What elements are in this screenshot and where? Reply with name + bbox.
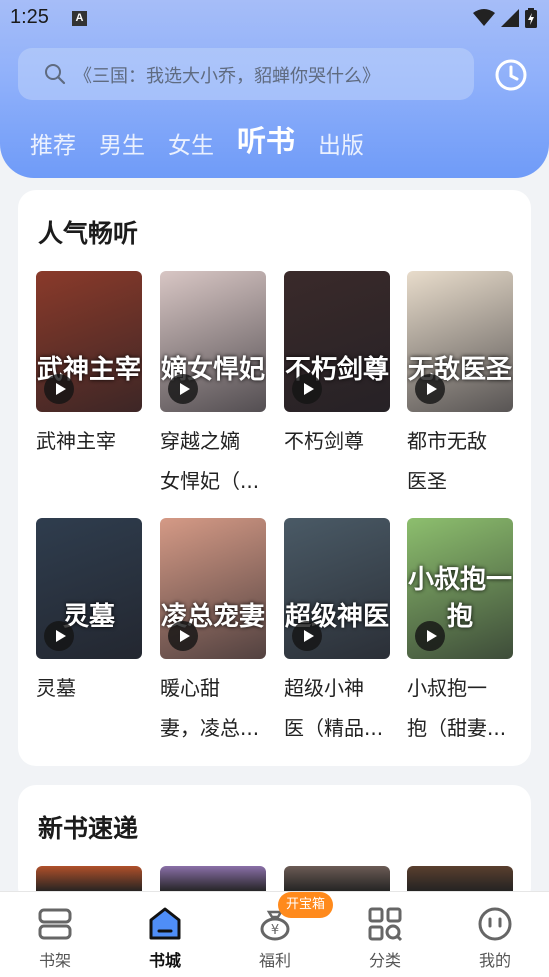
book-cover[interactable]: 超级神医: [284, 518, 390, 659]
header: 1:25 A 《三国：我选大小乔，貂蝉你哭什么》 推荐 男生 女生 听书 出版: [0, 0, 549, 178]
book-cover[interactable]: 灵墓: [36, 518, 142, 659]
book-title-line: 穿越之嫡: [160, 429, 240, 453]
book-cover[interactable]: 嫡女悍妃: [160, 271, 266, 412]
book-title: 灵墓: [36, 668, 146, 708]
new-book-cover[interactable]: [36, 866, 142, 892]
book-title-line: 灵墓: [36, 676, 76, 700]
play-icon[interactable]: [168, 621, 198, 651]
book-cover[interactable]: 无敌医圣: [407, 271, 513, 412]
book-item[interactable]: 超级神医超级小神医（精品...: [284, 518, 390, 748]
book-cover[interactable]: 小叔抱一抱: [407, 518, 513, 659]
book-item[interactable]: 不朽剑尊 不朽剑尊: [284, 271, 390, 461]
new-book-cover[interactable]: [160, 866, 266, 892]
book-title-line: 抱（甜妻...: [407, 716, 507, 740]
book-title: 暖心甜妻，凌总...: [160, 668, 270, 748]
new-book-cover[interactable]: [284, 866, 390, 892]
bookshelf-icon: [38, 908, 72, 940]
book-title-line: 不朽剑尊: [284, 429, 364, 453]
book-title-line: 武神主宰: [36, 429, 116, 453]
signal-icon: [501, 9, 519, 27]
battery-icon: [525, 8, 537, 28]
bookstore-icon: [149, 907, 181, 940]
book-title: 不朽剑尊: [284, 421, 394, 461]
profile-face-icon: [478, 907, 512, 941]
history-clock-icon[interactable]: [494, 58, 528, 92]
book-item[interactable]: 灵墓 灵墓: [36, 518, 142, 708]
nav-bookstore[interactable]: 书城: [110, 892, 220, 977]
nav-label: 福利: [258, 951, 291, 970]
nav-label: 我的: [478, 951, 511, 970]
tab-recommend[interactable]: 推荐: [30, 126, 76, 160]
book-cover[interactable]: 武神主宰: [36, 271, 142, 412]
book-title-line: 都市无敌: [407, 429, 487, 453]
play-icon[interactable]: [292, 374, 322, 404]
status-bar: 1:25 A: [0, 0, 549, 38]
notification-app-icon: A: [72, 11, 87, 26]
play-icon[interactable]: [292, 621, 322, 651]
book-title: 小叔抱一抱（甜妻...: [407, 668, 517, 748]
nav-label: 书架: [38, 951, 71, 970]
book-title: 都市无敌 医圣: [407, 421, 517, 501]
tab-male[interactable]: 男生: [99, 126, 145, 160]
book-item[interactable]: 无敌医圣都市无敌医圣: [407, 271, 513, 501]
book-cover[interactable]: 凌总宠妻: [160, 518, 266, 659]
search-bar[interactable]: 《三国：我选大小乔，貂蝉你哭什么》: [18, 48, 474, 100]
section-title: 人气畅听: [38, 219, 139, 248]
book-cover[interactable]: 不朽剑尊: [284, 271, 390, 412]
nav-label: 书城: [148, 951, 181, 970]
nav-bookshelf[interactable]: 书架: [0, 892, 110, 977]
status-icons: [473, 8, 537, 28]
book-title: 超级小神医（精品...: [284, 668, 394, 748]
book-title: 武神主宰: [36, 421, 146, 461]
wifi-icon: [473, 9, 495, 26]
play-icon[interactable]: [168, 374, 198, 404]
bottom-nav: 书架 书城 ¥ 福利 分类 我的: [0, 891, 549, 977]
book-title-line: 妻，凌总...: [160, 716, 260, 740]
section-title: 新书速递: [38, 814, 139, 843]
book-item[interactable]: 武神主宰 武神主宰: [36, 271, 142, 461]
play-icon[interactable]: [415, 374, 445, 404]
book-item[interactable]: 凌总宠妻暖心甜妻，凌总...: [160, 518, 266, 748]
search-icon: [45, 64, 66, 85]
book-item[interactable]: 嫡女悍妃穿越之嫡女悍妃（...: [160, 271, 266, 501]
book-title-line: 医圣: [407, 469, 447, 493]
play-icon[interactable]: [415, 621, 445, 651]
treasure-box-badge[interactable]: 开宝箱: [278, 892, 334, 918]
book-title-line: 小叔抱一: [407, 676, 487, 700]
book-title: 穿越之嫡女悍妃（...: [160, 421, 270, 501]
tab-female[interactable]: 女生: [168, 126, 214, 160]
book-title-line: 暖心甜: [160, 676, 220, 700]
book-title-line: 女悍妃（...: [160, 469, 260, 493]
play-icon[interactable]: [44, 621, 74, 651]
tab-publishing[interactable]: 出版: [318, 126, 364, 160]
category-grid-icon: [368, 907, 403, 942]
new-book-cover[interactable]: [407, 866, 513, 892]
nav-label: 分类: [368, 951, 401, 970]
nav-category[interactable]: 分类: [330, 892, 440, 977]
search-placeholder: 《三国：我选大小乔，貂蝉你哭什么》: [74, 66, 380, 87]
category-tabs: 推荐 男生 女生 听书 出版: [30, 118, 387, 160]
status-time: 1:25: [10, 6, 49, 28]
book-item[interactable]: 小叔抱一抱小叔抱一抱（甜妻...: [407, 518, 513, 748]
book-title-line: 医（精品...: [284, 716, 384, 740]
play-icon[interactable]: [44, 374, 74, 404]
tab-audiobook[interactable]: 听书: [237, 118, 295, 160]
svg-text:¥: ¥: [271, 923, 279, 938]
book-title-line: 超级小神: [284, 676, 364, 700]
nav-profile[interactable]: 我的: [440, 892, 549, 977]
